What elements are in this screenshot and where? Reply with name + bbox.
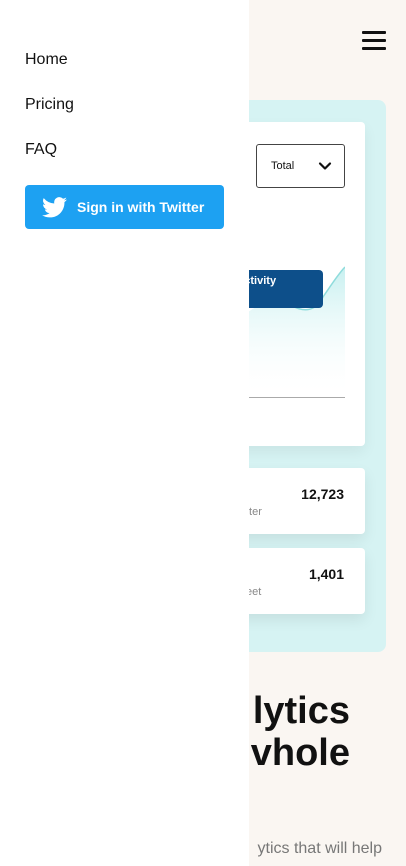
select-value: Total bbox=[271, 160, 295, 172]
nav-link-faq[interactable]: FAQ bbox=[25, 141, 57, 159]
nav-link-home[interactable]: Home bbox=[25, 51, 68, 69]
chevron-down-icon bbox=[318, 162, 332, 170]
twitter-button-label: Sign in with Twitter bbox=[77, 199, 205, 215]
nav-link-pricing[interactable]: Pricing bbox=[25, 96, 74, 114]
stat-value: 1,401 bbox=[308, 566, 344, 582]
twitter-bird-icon bbox=[42, 196, 67, 217]
sign-in-with-twitter-button[interactable]: Sign in with Twitter bbox=[25, 185, 224, 229]
period-select[interactable]: Total bbox=[256, 144, 345, 188]
stat-value: 12,723 bbox=[301, 486, 344, 502]
nav-drawer: Home Pricing FAQ Sign in with Twitter bbox=[0, 0, 249, 866]
hamburger-menu-icon[interactable] bbox=[362, 31, 386, 50]
